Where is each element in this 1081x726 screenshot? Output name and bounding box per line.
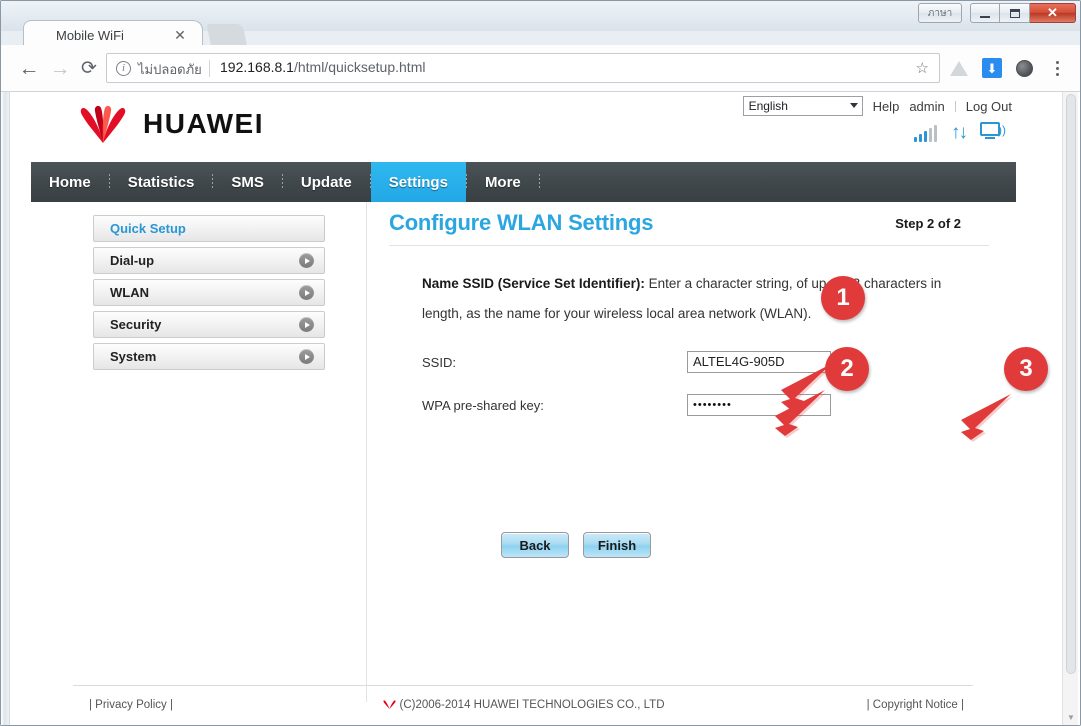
finish-button[interactable]: Finish <box>583 532 651 558</box>
chevron-down-icon <box>849 103 858 108</box>
wpa-key-label: WPA pre-shared key: <box>422 398 544 413</box>
logout-link[interactable]: Log Out <box>966 99 1012 114</box>
bookmark-star-icon[interactable]: ☆ <box>916 60 929 78</box>
address-bar[interactable]: i ไม่ปลอดภัย 192.168.8.1/html/quicksetup… <box>106 53 940 83</box>
field-row-ssid: SSID: ALTEL4G-905D <box>422 351 989 375</box>
page-header: HUAWEI English Help admin Log Out ↑↓)) <box>31 92 1016 162</box>
help-link[interactable]: Help <box>873 99 900 114</box>
nav-separator <box>538 162 540 202</box>
browser-window: ภาษา ✕ Mobile WiFi ✕ ← → ⟳ i ไม่ปลอดภัย … <box>0 0 1081 726</box>
sidebar-item-dial-up[interactable]: Dial-up <box>93 247 325 274</box>
extension-icon[interactable] <box>1012 56 1036 80</box>
language-value: English <box>748 99 788 113</box>
sidebar-item-label: Quick Setup <box>110 221 186 236</box>
security-status-label: ไม่ปลอดภัย <box>138 62 202 77</box>
title-divider <box>389 245 989 246</box>
ssid-input[interactable]: ALTEL4G-905D <box>687 351 831 373</box>
chevron-right-icon <box>299 253 314 268</box>
drive-icon[interactable] <box>947 56 971 80</box>
traffic-arrows-icon: ↑↓ <box>951 122 968 143</box>
sidebar-item-wlan[interactable]: WLAN <box>93 279 325 306</box>
scrollbar-thumb[interactable] <box>1066 94 1076 674</box>
step-indicator: Step 2 of 2 <box>895 216 961 231</box>
wifi-monitor-icon: )) <box>980 122 1006 142</box>
page-viewport: ▲ ▼ <box>1 92 1080 725</box>
close-icon[interactable]: ✕ <box>172 27 188 43</box>
page-footer: | Privacy Policy | (C)2006-2014 HUAWEI T… <box>31 685 1016 725</box>
page-scrollbar[interactable]: ▲ ▼ <box>1062 92 1078 725</box>
page-body: Quick Setup Dial-up WLAN Security System… <box>31 202 1016 712</box>
chevron-right-icon <box>299 349 314 364</box>
nav-item-home[interactable]: Home <box>31 162 109 202</box>
huawei-small-logo-icon <box>382 700 396 709</box>
nav-item-sms[interactable]: SMS <box>213 162 282 202</box>
chevron-right-icon <box>299 317 314 332</box>
back-button[interactable]: Back <box>501 532 569 558</box>
copyright-notice-link[interactable]: | Copyright Notice | <box>867 699 964 711</box>
column-divider <box>366 202 367 702</box>
status-icon-group: ↑↓ )) <box>914 122 1006 142</box>
scroll-down-icon[interactable]: ▼ <box>1066 713 1076 723</box>
sidebar-item-label: WLAN <box>110 285 149 300</box>
nav-item-update[interactable]: Update <box>283 162 370 202</box>
chevron-right-icon <box>299 285 314 300</box>
sidebar-item-label: System <box>110 349 157 364</box>
main-navigation: Home Statistics SMS Update Settings More <box>31 162 1016 202</box>
sidebar-item-label: Security <box>110 317 162 332</box>
omnibox-divider <box>209 60 210 77</box>
reload-icon[interactable]: ⟳ <box>75 54 103 82</box>
back-icon[interactable]: ← <box>15 54 43 82</box>
tab-title: Mobile WiFi <box>56 28 124 43</box>
huawei-logo-icon <box>76 104 130 144</box>
copyright-label: (C)2006-2014 HUAWEI TECHNOLOGIES CO., LT… <box>399 699 665 711</box>
action-buttons: Back Finish <box>501 532 651 558</box>
page-left-gutter <box>1 92 10 725</box>
content-panel: Configure WLAN Settings Step 2 of 2 Name… <box>389 210 989 418</box>
brand-name: HUAWEI <box>143 108 264 139</box>
nav-item-more[interactable]: More <box>467 162 539 202</box>
sidebar-item-system[interactable]: System <box>93 343 325 370</box>
huawei-admin-page: HUAWEI English Help admin Log Out ↑↓)) … <box>11 92 1061 725</box>
forward-icon[interactable]: → <box>46 54 74 82</box>
info-icon[interactable]: i <box>116 61 131 76</box>
description-text: Name SSID (Service Set Identifier): Ente… <box>422 269 982 329</box>
sidebar-item-security[interactable]: Security <box>93 311 325 338</box>
url-text: 192.168.8.1/html/quicksetup.html <box>220 59 425 75</box>
ssid-label: SSID: <box>422 355 456 370</box>
language-select[interactable]: English <box>742 96 863 116</box>
header-utility-bar: English Help admin Log Out <box>742 96 1012 116</box>
header-separator <box>954 100 956 112</box>
download-icon[interactable]: ⬇ <box>980 56 1004 80</box>
url-path: /html/quicksetup.html <box>293 59 426 75</box>
signal-strength-icon <box>914 124 937 142</box>
footer-divider <box>73 685 973 686</box>
nav-item-settings[interactable]: Settings <box>370 162 466 202</box>
sidebar-item-label: Dial-up <box>110 253 155 268</box>
tab-strip: Mobile WiFi ✕ <box>1 16 1080 49</box>
sidebar-item-quick-setup[interactable]: Quick Setup <box>93 215 325 242</box>
field-row-wpa-key: WPA pre-shared key: •••••••• <box>422 394 989 418</box>
user-name-label: admin <box>909 98 945 114</box>
menu-kebab-icon[interactable] <box>1045 56 1069 80</box>
settings-sidebar: Quick Setup Dial-up WLAN Security System <box>93 215 325 375</box>
wpa-key-input[interactable]: •••••••• <box>687 394 831 416</box>
description-lead: Name SSID (Service Set Identifier): <box>422 276 645 291</box>
browser-toolbar: ← → ⟳ i ไม่ปลอดภัย 192.168.8.1/html/quic… <box>1 45 1080 92</box>
brand-logo: HUAWEI <box>76 104 264 144</box>
nav-item-statistics[interactable]: Statistics <box>110 162 213 202</box>
url-host: 192.168.8.1 <box>220 59 294 75</box>
